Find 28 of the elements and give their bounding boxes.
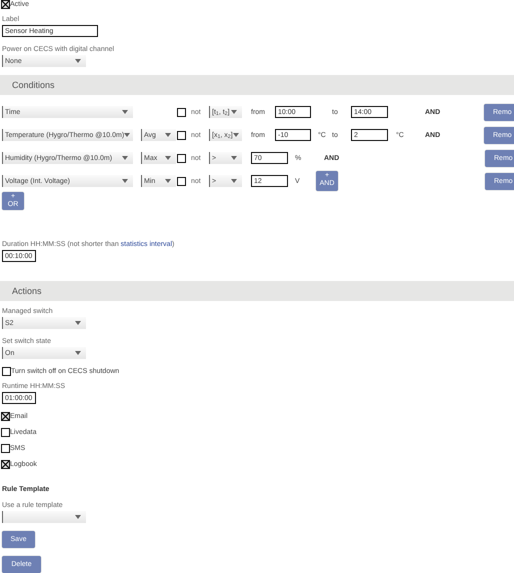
dropdown-arrow-icon <box>165 179 171 183</box>
dropdown-arrow-icon <box>231 110 237 114</box>
checkbox[interactable] <box>1 0 10 9</box>
dropdown-arrow-icon <box>75 515 81 519</box>
dropdown-arrow-icon <box>75 59 81 63</box>
checkbox[interactable] <box>1 428 10 437</box>
section-header: Conditions <box>0 75 514 95</box>
dropdown-arrow-icon <box>75 351 81 355</box>
dropdown-arrow-icon <box>165 156 171 160</box>
dropdown-arrow-icon <box>165 133 171 137</box>
dropdown[interactable] <box>2 511 86 523</box>
checkbox[interactable] <box>177 154 186 162</box>
checkbox[interactable] <box>1 412 10 421</box>
section-header: Actions <box>0 281 514 301</box>
dropdown-arrow-icon <box>122 179 128 183</box>
checkbox[interactable] <box>1 460 10 469</box>
dropdown-arrow-icon <box>231 179 237 183</box>
checkbox[interactable] <box>177 176 186 186</box>
checkbox[interactable] <box>1 444 10 453</box>
dropdown-arrow-icon <box>122 156 128 160</box>
dropdown-arrow-icon <box>122 110 128 114</box>
dropdown-arrow-icon <box>124 133 130 137</box>
checkbox[interactable] <box>177 130 186 140</box>
checkbox[interactable] <box>177 108 186 116</box>
dropdown-arrow-icon <box>231 156 237 160</box>
checkbox[interactable] <box>2 367 11 376</box>
dropdown-arrow-icon <box>232 133 239 137</box>
dropdown-arrow-icon <box>75 321 81 325</box>
